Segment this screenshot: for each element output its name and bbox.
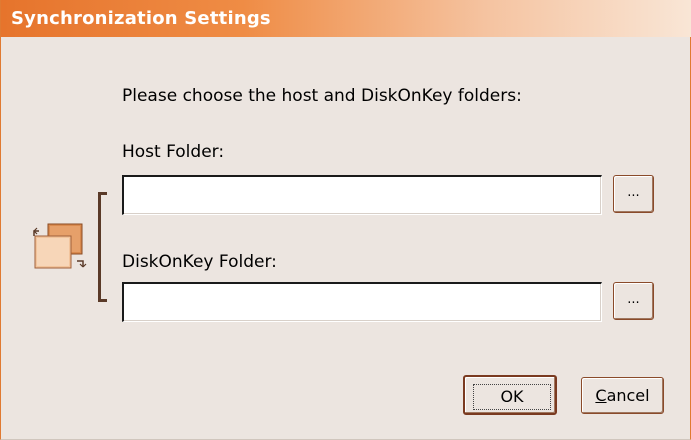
ok-button[interactable]: OK	[463, 375, 557, 415]
folder-pair-bracket	[98, 192, 107, 302]
cancel-button[interactable]: Cancel	[581, 377, 664, 414]
sync-settings-dialog: Synchronization Settings Please choose t…	[0, 0, 691, 440]
host-folder-browse-button[interactable]: ...	[613, 175, 654, 213]
host-folder-input[interactable]	[124, 177, 601, 214]
diskonkey-folder-browse-button[interactable]: ...	[613, 282, 654, 320]
cancel-accelerator: C	[595, 386, 607, 405]
instruction-text: Please choose the host and DiskOnKey fol…	[122, 86, 522, 106]
window-title: Synchronization Settings	[11, 8, 271, 29]
sync-folders-icon	[33, 223, 87, 269]
ok-button-label: OK	[473, 384, 551, 410]
host-folder-label: Host Folder:	[122, 142, 225, 162]
cancel-button-label: ancel	[606, 386, 650, 405]
diskonkey-folder-field[interactable]	[122, 282, 602, 322]
diskonkey-folder-input[interactable]	[124, 284, 601, 321]
diskonkey-folder-label: DiskOnKey Folder:	[122, 252, 277, 272]
title-bar[interactable]: Synchronization Settings	[1, 0, 691, 37]
host-folder-field[interactable]	[122, 175, 602, 215]
